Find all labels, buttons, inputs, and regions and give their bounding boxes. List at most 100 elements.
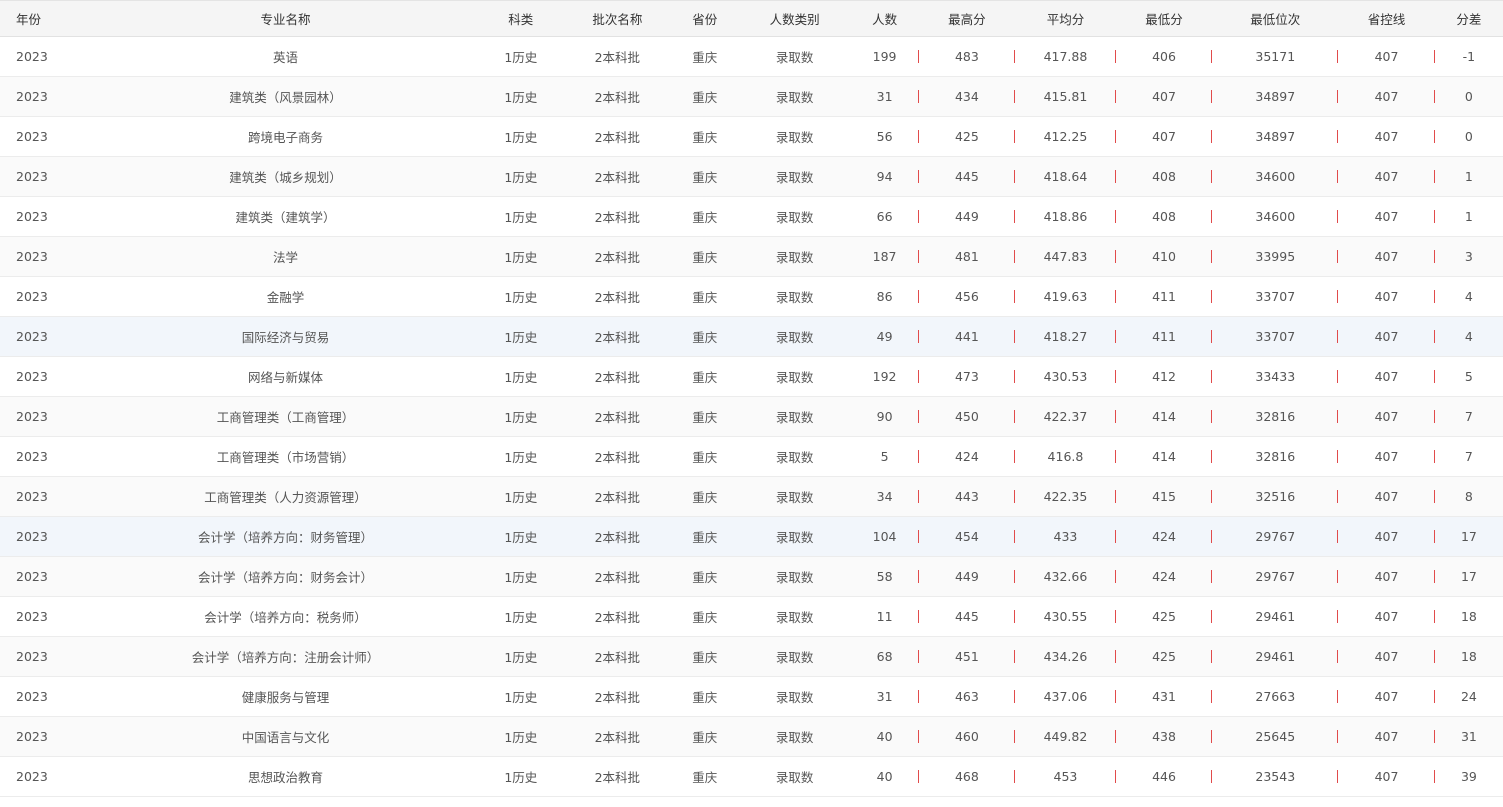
cell-control-line: 407 [1338,357,1435,397]
cell-avg-score: 434.26 [1015,637,1116,677]
cell-subject: 1历史 [504,730,538,745]
cell-avg-score: 430.53 [1015,357,1116,397]
header-subject[interactable]: 科类 [477,0,564,37]
cell-batch: 2本科批 [594,130,641,145]
cell-count-type: 录取数 [775,610,814,625]
cell-count: 31 [851,677,919,717]
table-row[interactable]: 2023 建筑类（风景园林） 1历史 2本科批 重庆 录取数 31 434 415.81 407 3… [0,76,1503,117]
header-batch[interactable]: 批次名称 [563,0,671,37]
cell-score-diff: -1 [1462,49,1476,64]
cell-year: 2023 [16,489,48,504]
cell-min-score: 408 [1116,197,1213,237]
cell-min-rank: 34600 [1212,197,1339,237]
table-row[interactable]: 2023 会计学（培养方向：税务师） 1历史 2本科批 重庆 录取数 11 445 430.55… [0,597,1503,637]
table-row[interactable]: 2023 法学 1历史 2本科批 重庆 录取数 187 481 447.83 410 33995 40… [0,236,1503,277]
cell-control-line: 407 [1338,77,1435,117]
cell-count: 187 [851,237,919,277]
cell-min-score: 406 [1116,37,1213,77]
cell-min-score: 438 [1116,717,1213,757]
cell-year: 2023 [16,249,48,264]
header-count-type[interactable]: 人数类别 [738,0,851,37]
header-control-line[interactable]: 省控线 [1338,0,1435,37]
cell-min-score: 407 [1116,77,1213,117]
cell-major: 中国语言与文化 [241,730,330,745]
table-row[interactable]: 2023 金融学 1历史 2本科批 重庆 录取数 86 456 419.63 411 33707 40… [0,277,1503,317]
table-row[interactable]: 2023 会计学（培养方向：注册会计师） 1历史 2本科批 重庆 录取数 68 451 434.… [0,636,1503,677]
cell-control-line: 407 [1338,157,1435,197]
cell-avg-score: 418.64 [1015,157,1116,197]
cell-avg-score: 412.25 [1015,117,1116,157]
cell-avg-score: 422.35 [1015,477,1116,517]
cell-min-rank: 34897 [1212,77,1339,117]
cell-score-diff: 5 [1464,369,1473,384]
cell-control-line: 407 [1338,117,1435,157]
table-row[interactable]: 2023 工商管理类（工商管理） 1历史 2本科批 重庆 录取数 90 450 422.37 41… [0,396,1503,437]
cell-avg-score: 430.55 [1015,597,1116,637]
cell-min-score: 408 [1116,157,1213,197]
header-max-score[interactable]: 最高分 [918,0,1016,37]
cell-max-score: 483 [919,37,1016,77]
cell-avg-score: 433 [1015,517,1116,557]
cell-min-rank: 33995 [1212,237,1339,277]
cell-control-line: 407 [1338,517,1435,557]
cell-control-line: 407 [1338,717,1435,757]
header-year[interactable]: 年份 [0,0,94,37]
cell-major: 建筑类（城乡规划） [229,170,342,185]
cell-score-diff: 17 [1460,569,1477,584]
cell-score-diff: 1 [1464,209,1473,224]
cell-batch: 2本科批 [594,250,641,265]
table-row[interactable]: 2023 思想政治教育 1历史 2本科批 重庆 录取数 40 468 453 446 23543 40… [0,757,1503,797]
cell-count: 56 [851,117,919,157]
table-row[interactable]: 2023 网络与新媒体 1历史 2本科批 重庆 录取数 192 473 430.53 412 334… [0,357,1503,397]
table-row[interactable]: 2023 工商管理类（人力资源管理） 1历史 2本科批 重庆 录取数 34 443 422.35… [0,476,1503,517]
cell-avg-score: 417.88 [1015,37,1116,77]
cell-max-score: 481 [919,237,1016,277]
cell-subject: 1历史 [504,490,538,505]
cell-max-score: 463 [919,677,1016,717]
table-row[interactable]: 2023 会计学（培养方向：财务管理） 1历史 2本科批 重庆 录取数 104 454 433 4… [0,516,1503,557]
cell-major: 会计学（培养方向：财务会计） [198,570,374,585]
cell-major: 思想政治教育 [248,770,324,785]
cell-avg-score: 416.8 [1015,437,1116,477]
table-row[interactable]: 2023 国际经济与贸易 1历史 2本科批 重庆 录取数 49 441 418.27 411 337… [0,316,1503,357]
header-province[interactable]: 省份 [670,0,739,37]
cell-min-rank: 25645 [1212,717,1339,757]
header-avg-score[interactable]: 平均分 [1015,0,1116,37]
header-count[interactable]: 人数 [850,0,919,37]
cell-province: 重庆 [692,330,718,345]
table-row[interactable]: 2023 跨境电子商务 1历史 2本科批 重庆 录取数 56 425 412.25 407 3489… [0,117,1503,157]
header-min-score[interactable]: 最低分 [1115,0,1213,37]
header-min-rank[interactable]: 最低位次 [1212,0,1339,37]
table-row[interactable]: 2023 健康服务与管理 1历史 2本科批 重庆 录取数 31 463 437.06 431 276… [0,677,1503,717]
cell-batch: 2本科批 [594,290,641,305]
cell-avg-score: 437.06 [1015,677,1116,717]
cell-count-type: 录取数 [775,210,814,225]
cell-count-type: 录取数 [775,370,814,385]
table-row[interactable]: 2023 会计学（培养方向：财务会计） 1历史 2本科批 重庆 录取数 58 449 432.6… [0,556,1503,597]
header-major[interactable]: 专业名称 [93,0,478,37]
cell-subject: 1历史 [504,410,538,425]
cell-major: 健康服务与管理 [241,690,330,705]
cell-control-line: 407 [1338,437,1435,477]
cell-min-score: 424 [1116,557,1213,597]
cell-min-score: 446 [1116,757,1213,797]
table-row[interactable]: 2023 工商管理类（市场营销） 1历史 2本科批 重庆 录取数 5 424 416.8 414 3… [0,437,1503,477]
table-row[interactable]: 2023 中国语言与文化 1历史 2本科批 重庆 录取数 40 460 449.82 438 256… [0,716,1503,757]
cell-min-rank: 29767 [1212,557,1339,597]
cell-count: 34 [851,477,919,517]
cell-batch: 2本科批 [594,610,641,625]
cell-subject: 1历史 [504,370,538,385]
cell-batch: 2本科批 [594,370,641,385]
cell-count-type: 录取数 [775,290,814,305]
cell-subject: 1历史 [504,90,538,105]
table-row[interactable]: 2023 建筑类（城乡规划） 1历史 2本科批 重庆 录取数 94 445 418.64 408 3… [0,156,1503,197]
cell-major: 英语 [273,50,299,65]
cell-count: 31 [851,77,919,117]
header-score-diff[interactable]: 分差 [1434,0,1503,37]
cell-batch: 2本科批 [594,530,641,545]
table-row[interactable]: 2023 建筑类（建筑学） 1历史 2本科批 重庆 录取数 66 449 418.86 408 34… [0,197,1503,237]
table-row[interactable]: 2023 英语 1历史 2本科批 重庆 录取数 199 483 417.88 406 35171 40… [0,37,1503,77]
cell-year: 2023 [16,769,48,784]
cell-min-rank: 34600 [1212,157,1339,197]
cell-min-score: 411 [1116,317,1213,357]
